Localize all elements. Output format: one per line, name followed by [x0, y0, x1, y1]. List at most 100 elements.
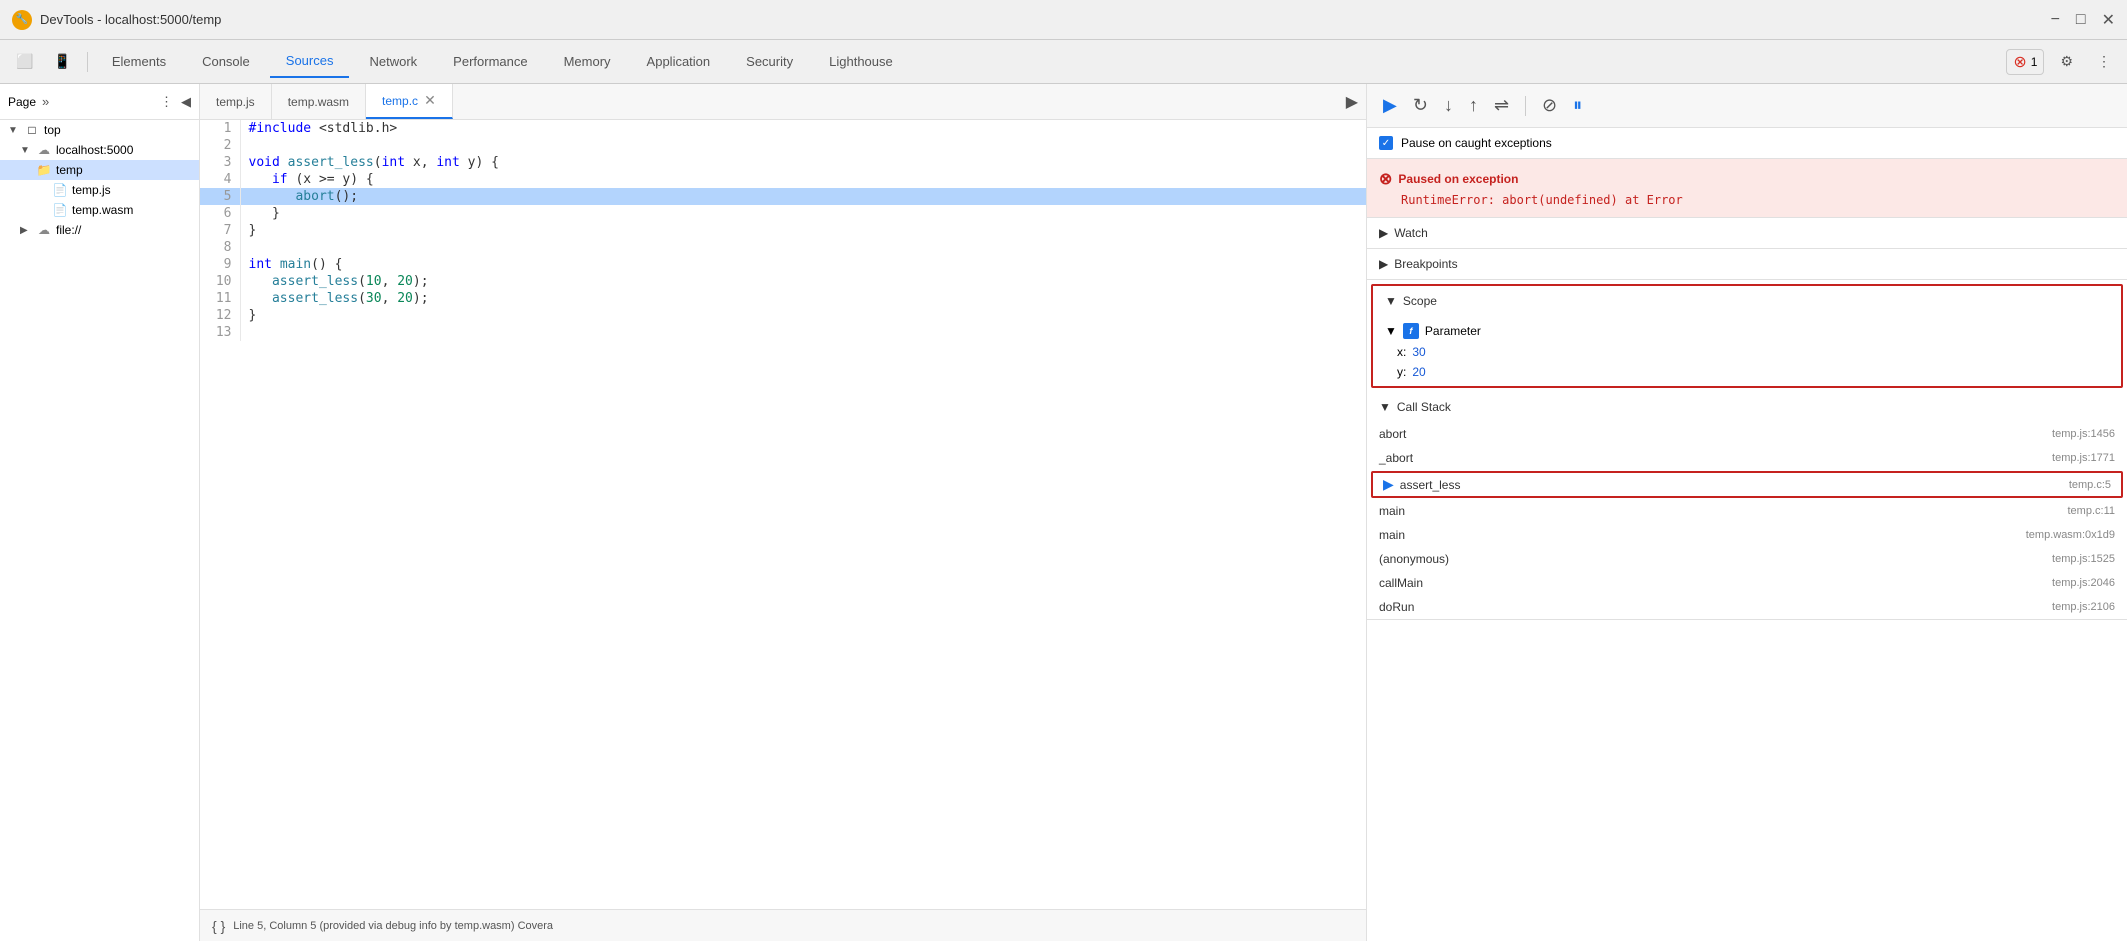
sidebar-header: Page » ⋮ ◀ [0, 84, 199, 120]
js-file-icon: 📄 [52, 183, 68, 197]
step-over-button[interactable]: ↻ [1409, 91, 1432, 120]
callstack-frame-_abort[interactable]: _abort temp.js:1771 [1367, 446, 2127, 470]
scope-y-label: y: [1397, 365, 1406, 379]
toolbar-separator [1525, 96, 1526, 116]
tree-item-temp[interactable]: 📁 temp [0, 160, 199, 180]
callstack-frame-abort[interactable]: abort temp.js:1456 [1367, 422, 2127, 446]
tree-label-localhost: localhost:5000 [56, 143, 133, 157]
line-content [240, 239, 1366, 256]
line-content [240, 324, 1366, 341]
tree-item-localhost[interactable]: ▼ ☁ localhost:5000 [0, 140, 199, 160]
code-line-5: 5 abort(); [200, 188, 1366, 205]
sources-sidebar: Page » ⋮ ◀ ▼ □ top ▼ ☁ localhost:5000 📁 [0, 84, 200, 941]
callstack-frame-main-c[interactable]: main temp.c:11 [1367, 499, 2127, 523]
tab-network[interactable]: Network [353, 46, 433, 77]
step-out-button[interactable]: ↑ [1465, 91, 1482, 120]
scope-parameter-label: Parameter [1425, 324, 1481, 338]
callstack-frame-callmain[interactable]: callMain temp.js:2046 [1367, 571, 2127, 595]
frame-loc-main-c: temp.c:11 [2068, 505, 2116, 517]
breakpoints-label: Breakpoints [1394, 257, 1457, 271]
scope-x-row: x: 30 [1373, 342, 2121, 362]
resume-button[interactable]: ▶ [1379, 91, 1401, 120]
tab-security[interactable]: Security [730, 46, 809, 77]
tab-performance[interactable]: Performance [437, 46, 543, 77]
code-line-4: 4 if (x >= y) { [200, 171, 1366, 188]
scope-header[interactable]: ▼ Scope [1373, 286, 2121, 316]
chevron-right-icon: ▶ [1379, 257, 1388, 271]
frame-name-assert_less: assert_less [1400, 478, 2069, 492]
line-number: 10 [200, 273, 240, 290]
callstack-frame-main-wasm[interactable]: main temp.wasm:0x1d9 [1367, 523, 2127, 547]
format-button[interactable]: { } [212, 918, 225, 934]
pause-exceptions-label: Pause on caught exceptions [1401, 136, 1552, 150]
tab-sources[interactable]: Sources [270, 45, 350, 78]
scope-label: Scope [1403, 294, 1437, 308]
error-circle-icon: ⊗ [2013, 52, 2026, 72]
file-tab-label-tempwasm: temp.wasm [288, 95, 349, 109]
debug-sections[interactable]: ▶ Watch ▶ Breakpoints ▼ Scope [1367, 218, 2127, 941]
line-number: 7 [200, 222, 240, 239]
file-tab-tempjs[interactable]: temp.js [200, 84, 272, 119]
callstack-frame-dorun[interactable]: doRun temp.js:2106 [1367, 595, 2127, 619]
line-content: void assert_less(int x, int y) { [240, 154, 1366, 171]
code-editor[interactable]: 1 #include <stdlib.h> 2 3 void assert_le… [200, 120, 1366, 909]
callstack-header[interactable]: ▼ Call Stack [1367, 392, 2127, 422]
frame-loc-dorun: temp.js:2106 [2052, 601, 2115, 613]
tab-elements[interactable]: Elements [96, 46, 182, 77]
close-button[interactable]: ✕ [2102, 10, 2115, 30]
tree-item-file[interactable]: ▶ ☁ file:// [0, 220, 199, 240]
error-badge-button[interactable]: ⊗ 1 [2006, 49, 2044, 75]
chevron-right-icon: ▶ [20, 225, 32, 236]
scope-parameter-row[interactable]: ▼ f Parameter [1373, 320, 2121, 342]
line-number: 1 [200, 120, 240, 137]
tree-item-tempwasm[interactable]: 📄 temp.wasm [0, 200, 199, 220]
scope-x-value: 30 [1412, 345, 1425, 359]
tab-nav-button[interactable]: ▶ [1338, 92, 1366, 112]
step-into-button[interactable]: ↓ [1440, 91, 1457, 120]
sidebar-toggle-button[interactable]: ◀ [181, 94, 191, 110]
device-toggle-button[interactable]: 📱 [45, 49, 78, 74]
more-options-icon[interactable]: ⋮ [160, 94, 173, 110]
maximize-button[interactable]: □ [2076, 10, 2086, 30]
tree-label-temp: temp [56, 163, 83, 177]
line-content: assert_less(10, 20); [240, 273, 1366, 290]
more-button[interactable]: ⋮ [2089, 49, 2119, 74]
tab-console[interactable]: Console [186, 46, 266, 77]
callstack-section: ▼ Call Stack abort temp.js:1456 _abort t… [1367, 392, 2127, 620]
frame-loc-main-wasm: temp.wasm:0x1d9 [2026, 529, 2115, 541]
tab-memory[interactable]: Memory [548, 46, 627, 77]
breakpoints-header[interactable]: ▶ Breakpoints [1367, 249, 2127, 279]
tree-item-tempjs[interactable]: 📄 temp.js [0, 180, 199, 200]
sidebar-page-label: Page [8, 95, 36, 109]
callstack-frame-anonymous[interactable]: (anonymous) temp.js:1525 [1367, 547, 2127, 571]
chevron-down-icon: ▼ [20, 145, 32, 156]
line-number: 12 [200, 307, 240, 324]
pause-button[interactable]: ⏸ [1569, 91, 1586, 120]
tab-application[interactable]: Application [631, 46, 727, 77]
scope-x-label: x: [1397, 345, 1406, 359]
tab-lighthouse[interactable]: Lighthouse [813, 46, 909, 77]
watch-header[interactable]: ▶ Watch [1367, 218, 2127, 248]
step-button[interactable]: ⇌ [1490, 91, 1513, 120]
pause-exceptions-checkbox[interactable] [1379, 136, 1393, 150]
tree-item-top[interactable]: ▼ □ top [0, 120, 199, 140]
code-line-3: 3 void assert_less(int x, int y) { [200, 154, 1366, 171]
minimize-button[interactable]: − [2051, 10, 2060, 30]
file-tab-label-tempc: temp.c [382, 94, 418, 108]
nav-right: ⊗ 1 ⚙ ⋮ [2006, 49, 2119, 75]
callstack-frame-assert_less[interactable]: ▶ assert_less temp.c:5 [1371, 471, 2123, 498]
close-tab-icon[interactable]: ✕ [424, 92, 436, 109]
code-line-6: 6 } [200, 205, 1366, 222]
line-number: 9 [200, 256, 240, 273]
deactivate-breakpoints-button[interactable]: ⊘ [1538, 91, 1561, 120]
chevron-down-icon: ▼ [1379, 400, 1391, 414]
pause-exceptions-row[interactable]: Pause on caught exceptions [1367, 128, 2127, 159]
chevron-right-icon: » [42, 94, 49, 109]
settings-button[interactable]: ⚙ [2052, 49, 2081, 74]
inspect-element-button[interactable]: ⬜ [8, 49, 41, 74]
main-layout: Page » ⋮ ◀ ▼ □ top ▼ ☁ localhost:5000 📁 [0, 84, 2127, 941]
frame-name-_abort: _abort [1379, 451, 2052, 465]
file-tab-tempc[interactable]: temp.c ✕ [366, 84, 453, 119]
code-panel: temp.js temp.wasm temp.c ✕ ▶ 1 #include … [200, 84, 1367, 941]
file-tab-tempwasm[interactable]: temp.wasm [272, 84, 366, 119]
